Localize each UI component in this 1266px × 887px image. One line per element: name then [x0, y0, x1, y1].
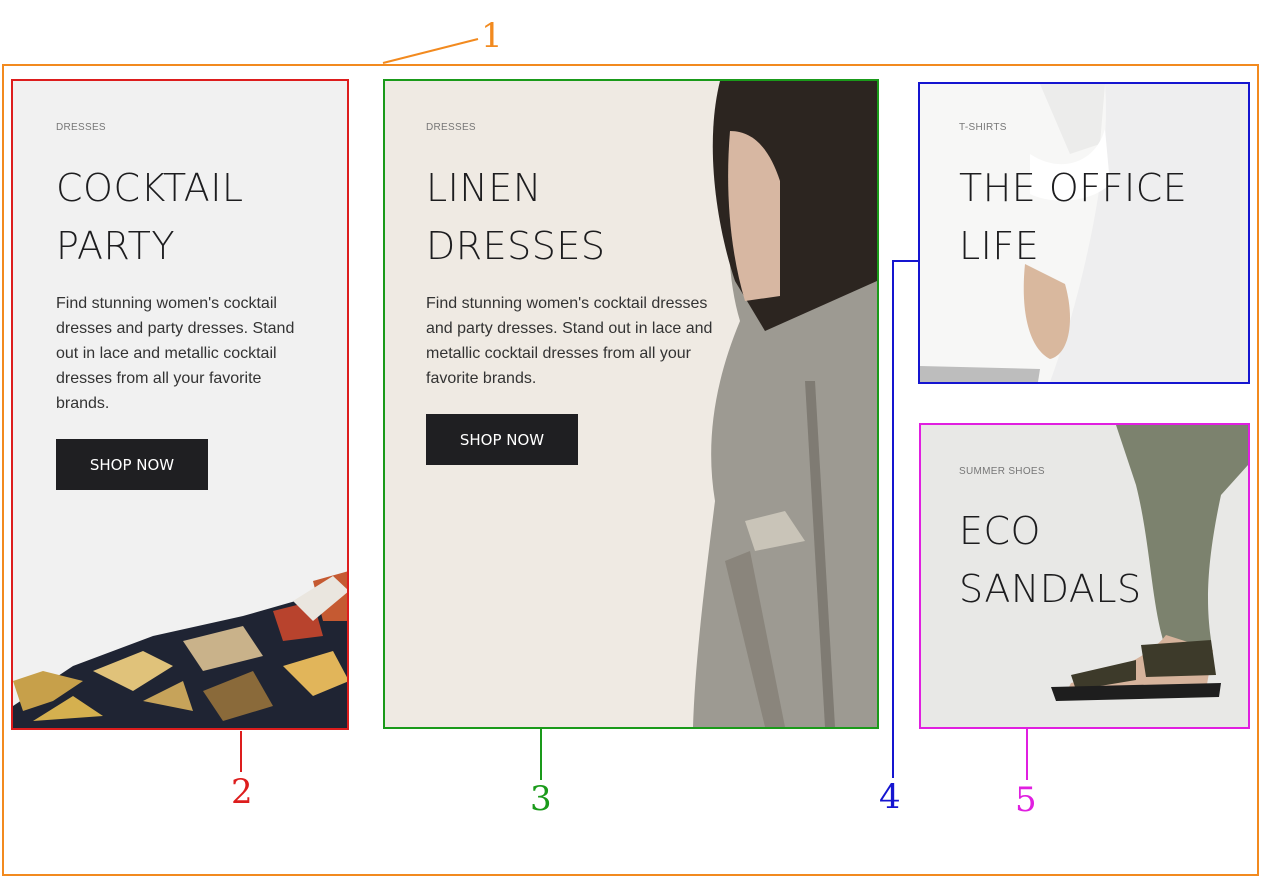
promo-card-eco-sandals[interactable]: SUMMER SHOES ECO SANDALS — [919, 423, 1250, 729]
shop-now-button[interactable]: SHOP NOW — [426, 414, 578, 465]
card-title-line1: ECO — [959, 509, 1041, 553]
card-title-line2: SANDALS — [959, 567, 1142, 611]
card-category: DRESSES — [426, 122, 476, 133]
card-title-line2: LIFE — [959, 224, 1040, 268]
annotation-label-4: 4 — [879, 777, 901, 817]
card-description: Find stunning women's cocktail dresses a… — [56, 295, 295, 412]
card-description: Find stunning women's cocktail dresses a… — [426, 295, 713, 387]
card-title-line2: DRESSES — [426, 224, 606, 268]
promo-card-office-life[interactable]: T-SHIRTS THE OFFICE LIFE — [918, 82, 1250, 384]
card-title-line1: THE OFFICE — [959, 166, 1188, 210]
leader-line-1 — [382, 38, 479, 64]
card-title-line1: LINEN — [426, 166, 542, 210]
card-title-line1: COCKTAIL — [56, 166, 244, 210]
annotation-label-3: 3 — [530, 779, 552, 819]
annotation-label-5: 5 — [1015, 780, 1037, 820]
shop-now-button[interactable]: SHOP NOW — [56, 439, 208, 490]
promo-card-cocktail-party[interactable]: DRESSES COCKTAIL PARTY Find stunning wom… — [11, 79, 349, 730]
annotation-label-2: 2 — [231, 772, 253, 812]
card-category: SUMMER SHOES — [959, 466, 1045, 477]
card-title-line2: PARTY — [56, 224, 176, 268]
card-category: DRESSES — [56, 122, 106, 133]
annotation-label-1: 1 — [481, 16, 503, 56]
card-category: T-SHIRTS — [959, 122, 1007, 133]
promo-card-linen-dresses[interactable]: DRESSES LINEN DRESSES Find stunning wome… — [383, 79, 879, 729]
